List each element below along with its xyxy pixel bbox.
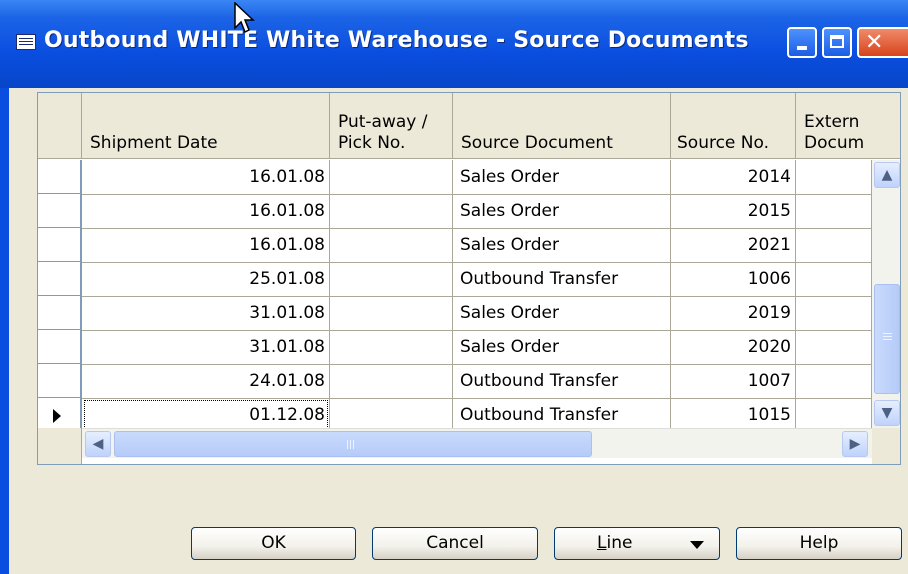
chevron-right-icon: ▶: [849, 436, 861, 452]
cell-shipment-date[interactable]: 16.01.08: [82, 160, 330, 195]
chevron-down-icon: ▼: [881, 405, 893, 421]
chevron-up-icon: ▲: [881, 167, 893, 183]
cell-external-document[interactable]: [796, 228, 872, 263]
cell-source-document[interactable]: Outbound Transfer: [453, 262, 671, 297]
table-row[interactable]: 25.01.08 Outbound Transfer 1006: [38, 262, 872, 297]
table-row[interactable]: 31.01.08 Sales Order 2019: [38, 296, 872, 331]
vertical-scrollbar[interactable]: ▲ ▼: [872, 160, 900, 428]
window-title: Outbound WHITE White Warehouse - Source …: [44, 28, 749, 53]
row-selector[interactable]: [38, 228, 82, 263]
cell-source-document[interactable]: Sales Order: [453, 160, 671, 195]
row-selector[interactable]: [38, 330, 82, 365]
grid-corner-right: [872, 428, 900, 464]
scroll-right-button[interactable]: ▶: [842, 431, 868, 457]
cell-shipment-date[interactable]: 31.01.08: [82, 296, 330, 331]
cell-source-no[interactable]: 2015: [671, 194, 796, 229]
help-button[interactable]: Help: [736, 527, 902, 560]
cell-external-document[interactable]: [796, 262, 872, 297]
line-button-label: Line: [597, 528, 632, 559]
grip-icon: [347, 440, 348, 449]
minimize-button[interactable]: [787, 27, 817, 58]
ok-button[interactable]: OK: [191, 527, 356, 560]
grid-corner-left: [38, 428, 82, 464]
cell-pick-no[interactable]: [330, 296, 453, 331]
cell-external-document[interactable]: [796, 160, 872, 195]
cell-shipment-date[interactable]: 24.01.08: [82, 364, 330, 399]
cell-pick-no[interactable]: [330, 262, 453, 297]
column-header-source-no[interactable]: Source No.: [671, 93, 796, 159]
dialog-client-area: Shipment Date Put-away / Pick No. Source…: [9, 88, 908, 574]
cell-pick-no[interactable]: [330, 364, 453, 399]
row-selector[interactable]: [38, 364, 82, 399]
close-icon: ✕: [865, 30, 884, 55]
cell-source-document[interactable]: Sales Order: [453, 194, 671, 229]
column-header-label: Put-away / Pick No.: [338, 112, 428, 153]
maximize-button[interactable]: [822, 27, 852, 58]
source-documents-grid[interactable]: Shipment Date Put-away / Pick No. Source…: [37, 92, 901, 465]
cell-pick-no[interactable]: [330, 194, 453, 229]
horizontal-scrollbar[interactable]: ◀ ▶: [82, 428, 872, 458]
table-row[interactable]: 16.01.08 Sales Order 2021: [38, 228, 872, 263]
list-form-icon: [16, 34, 36, 50]
scroll-down-button[interactable]: ▼: [874, 400, 900, 426]
line-label-rest: ine: [606, 533, 633, 553]
cell-source-document[interactable]: Sales Order: [453, 296, 671, 331]
cell-source-no[interactable]: 2014: [671, 160, 796, 195]
cell-shipment-date[interactable]: 31.01.08: [82, 330, 330, 365]
maximize-icon: [830, 35, 844, 48]
cell-external-document[interactable]: [796, 330, 872, 365]
column-header-pick-no[interactable]: Put-away / Pick No.: [330, 93, 453, 159]
cell-source-no[interactable]: 2019: [671, 296, 796, 331]
cell-shipment-date[interactable]: 16.01.08: [82, 194, 330, 229]
cell-external-document[interactable]: [796, 296, 872, 331]
grip-icon: [883, 333, 892, 334]
scroll-left-button[interactable]: ◀: [85, 431, 111, 457]
column-header-label: Source No.: [677, 133, 770, 153]
cell-shipment-date[interactable]: 16.01.08: [82, 228, 330, 263]
column-header-label: Source Document: [461, 133, 613, 153]
title-bar[interactable]: Outbound WHITE White Warehouse - Source …: [0, 0, 908, 88]
cell-source-no[interactable]: 2020: [671, 330, 796, 365]
row-selector[interactable]: [38, 194, 82, 229]
cell-source-no[interactable]: 1006: [671, 262, 796, 297]
table-row[interactable]: 16.01.08 Sales Order 2015: [38, 194, 872, 229]
column-header-external-document[interactable]: Extern Docum: [796, 93, 900, 159]
column-header-source-document[interactable]: Source Document: [453, 93, 671, 159]
cell-external-document[interactable]: [796, 364, 872, 399]
minimize-icon: [797, 46, 807, 50]
cell-external-document[interactable]: [796, 194, 872, 229]
row-selector[interactable]: [38, 160, 82, 195]
source-documents-window: Outbound WHITE White Warehouse - Source …: [0, 0, 908, 574]
column-header-label: Extern Docum: [804, 112, 865, 153]
cell-pick-no[interactable]: [330, 228, 453, 263]
cancel-button[interactable]: Cancel: [372, 527, 538, 560]
table-row[interactable]: 31.01.08 Sales Order 2020: [38, 330, 872, 365]
cell-pick-no[interactable]: [330, 160, 453, 195]
column-header-shipment-date[interactable]: Shipment Date: [82, 93, 330, 159]
cell-source-document[interactable]: Outbound Transfer: [453, 364, 671, 399]
cell-shipment-date[interactable]: 25.01.08: [82, 262, 330, 297]
cell-pick-no[interactable]: [330, 330, 453, 365]
cell-source-document[interactable]: Sales Order: [453, 228, 671, 263]
scroll-up-button[interactable]: ▲: [874, 162, 900, 188]
row-selector[interactable]: [38, 296, 82, 331]
cell-source-no[interactable]: 1007: [671, 364, 796, 399]
row-selector[interactable]: [38, 262, 82, 297]
chevron-left-icon: ◀: [92, 436, 104, 452]
cell-source-document[interactable]: Sales Order: [453, 330, 671, 365]
dropdown-arrow-icon: [690, 541, 704, 549]
table-row[interactable]: 24.01.08 Outbound Transfer 1007: [38, 364, 872, 399]
line-menu-button[interactable]: Line: [554, 527, 720, 560]
table-row[interactable]: 16.01.08 Sales Order 2014: [38, 160, 872, 195]
close-button[interactable]: ✕: [857, 27, 908, 58]
row-selector-header: [38, 93, 82, 159]
horizontal-scroll-thumb[interactable]: [114, 431, 592, 457]
cell-source-no[interactable]: 2021: [671, 228, 796, 263]
current-row-indicator-icon: [53, 409, 61, 423]
vertical-scroll-thumb[interactable]: [874, 284, 900, 394]
column-header-label: Shipment Date: [90, 133, 218, 153]
mouse-pointer-icon: [234, 2, 255, 34]
